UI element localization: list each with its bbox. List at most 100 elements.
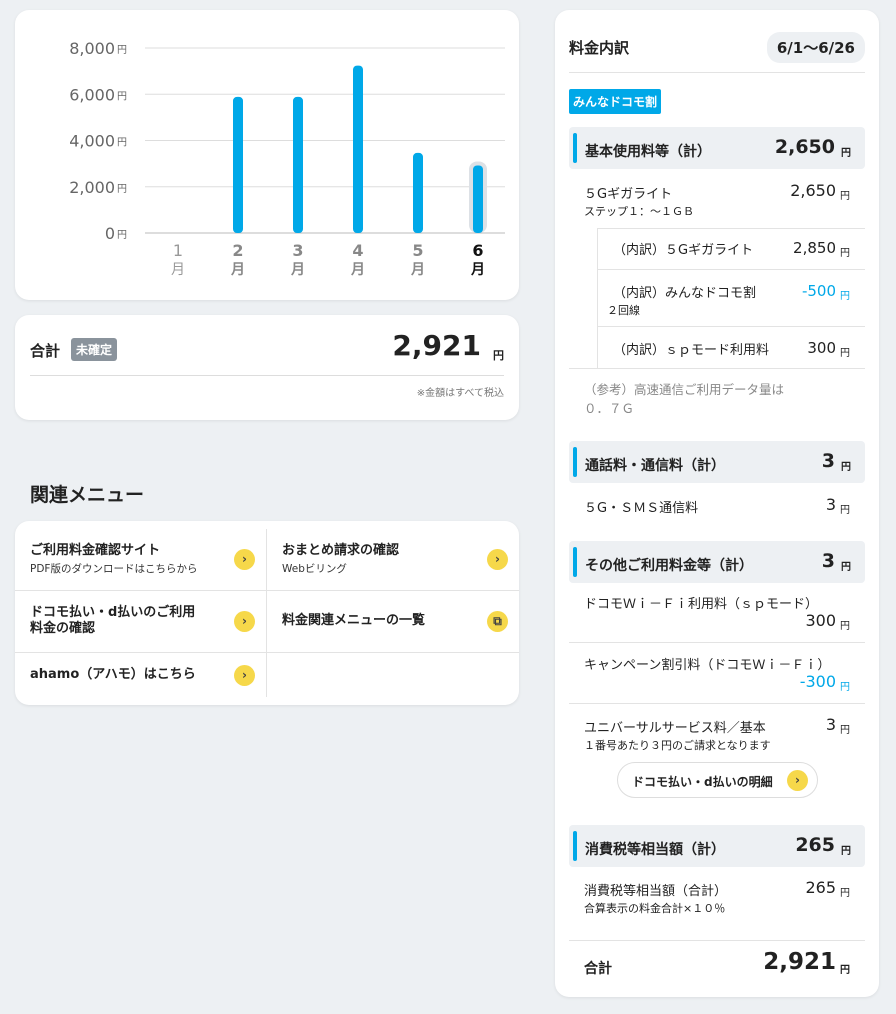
monthly-charge-chart: 8,000 円 6,000 円 4,000 円 2,000 円 0 円 1 月 2 月 3 月 4 月 5 月 6 月 <box>15 10 519 300</box>
row-label: キャンペーン割引料（ドコモＷｉ－Ｆｉ） <box>584 658 831 673</box>
external-window-icon: ⧉ <box>487 611 508 632</box>
section-label: 消費税等相当額（計） <box>585 842 725 858</box>
x-tick-unit: 月 <box>410 262 425 278</box>
section-call-fee: 通話料・通信料（計） 3 円 <box>569 441 865 483</box>
x-tick-unit: 月 <box>230 262 245 278</box>
related-menu-title: 関連メニュー <box>30 484 145 506</box>
chevron-right-icon: › <box>234 665 255 686</box>
row-label: ５G・ＳＭＳ通信料 <box>584 501 699 516</box>
row-label: ５Gギガライト <box>584 187 673 202</box>
tax-included-note: ※金額はすべて税込 <box>416 388 504 399</box>
section-amount: 2,650 <box>774 136 835 158</box>
divider <box>597 269 865 270</box>
chevron-right-icon: › <box>487 549 508 570</box>
x-tick-unit: 月 <box>290 262 305 278</box>
row-amount: 3 <box>825 495 836 514</box>
yen-unit: 円 <box>841 462 851 473</box>
x-tick-label: 3 <box>292 241 303 260</box>
bar <box>293 96 303 234</box>
yen-unit: 円 <box>841 846 851 857</box>
section-amount: 3 <box>821 550 835 572</box>
divider <box>569 642 865 643</box>
row-label: ドコモＷｉ－Ｆｉ利用料（ｓｐモード） <box>584 597 819 612</box>
x-tick-unit: 月 <box>350 262 365 278</box>
row-label: （内訳）みんなドコモ割 <box>613 286 757 301</box>
section-label: 通話料・通信料（計） <box>585 458 725 474</box>
y-tick-label: 8,000 <box>69 39 115 58</box>
menu-item-title: ご利用料金確認サイト <box>30 543 161 558</box>
chevron-right-icon: › <box>787 770 808 791</box>
divider <box>569 368 865 369</box>
menu-item-title: ahamo（アハモ）はこちら <box>30 667 196 682</box>
y-tick-label: 4,000 <box>69 132 115 151</box>
row-label: （内訳）５Gギガライト <box>613 243 754 258</box>
yen-unit: 円 <box>840 621 850 632</box>
grand-total-label: 合計 <box>584 961 612 977</box>
row-amount: -300 <box>799 672 836 691</box>
yen-unit: 円 <box>840 348 850 359</box>
row-label: ユニバーサルサービス料／基本 <box>584 721 766 736</box>
y-tick-unit: 円 <box>117 91 127 102</box>
y-tick-unit: 円 <box>117 230 127 241</box>
row-amount: 300 <box>805 611 836 630</box>
x-tick-label: 4 <box>352 241 363 260</box>
plan-badge: みんなドコモ割 <box>569 89 662 114</box>
row-sub: 合算表示の料金合計×１０％ <box>584 902 726 915</box>
row-label: （内訳）ｓｐモード利用料 <box>613 343 770 358</box>
bar <box>353 65 363 233</box>
yen-unit: 円 <box>840 965 850 976</box>
section-label: その他ご利用料金等（計） <box>585 558 753 574</box>
yen-unit: 円 <box>840 888 850 899</box>
row-amount: 3 <box>825 715 836 734</box>
divider <box>569 940 865 941</box>
bar <box>233 96 243 234</box>
bar-chart: 8,000 円6,000 円4,000 円2,000 円0 円1月2月3月4月5月6月 <box>69 39 505 278</box>
bar <box>473 165 483 233</box>
section-other-fee: その他ご利用料金等（計） 3 円 <box>569 541 865 583</box>
section-label: 基本使用料等（計） <box>585 144 711 160</box>
y-tick-unit: 円 <box>117 45 127 56</box>
row-sub: ２回線 <box>607 304 640 317</box>
menu-item-subtitle: Webビリング <box>282 563 347 575</box>
row-amount: 2,650 <box>790 181 836 200</box>
menu-item-fee-menu-list[interactable]: 料金関連メニューの一覧 ⧉ <box>267 591 519 652</box>
y-tick-label: 0 <box>105 224 115 243</box>
yen-unit: 円 <box>840 191 850 202</box>
x-tick-label: 2 <box>232 241 243 260</box>
divider <box>569 72 865 73</box>
bar <box>413 152 423 233</box>
row-label: 消費税等相当額（合計） <box>584 884 728 899</box>
related-menu: ご利用料金確認サイト PDF版のダウンロードはこちらから › おまとめ請求の確認… <box>15 521 519 705</box>
y-tick-label: 6,000 <box>69 85 115 104</box>
menu-item-docomo-pay[interactable]: ドコモ払い・d払いのご利用 料金の確認 › <box>15 591 267 652</box>
row-amount: 300 <box>807 339 836 357</box>
yen-unit: 円 <box>841 562 851 573</box>
row-amount: 265 <box>805 878 836 897</box>
x-tick-unit: 月 <box>470 262 485 278</box>
yen-unit: 円 <box>840 248 850 259</box>
data-usage-value: ０．７Ｇ <box>584 401 635 416</box>
menu-item-ahamo[interactable]: ahamo（アハモ）はこちら › <box>15 653 267 705</box>
divider <box>597 228 598 368</box>
section-amount: 3 <box>821 450 835 472</box>
total-yen-unit: 円 <box>493 349 504 362</box>
row-amount: -500 <box>801 282 836 300</box>
divider <box>597 326 865 327</box>
breakdown-title: 料金内訳 <box>569 39 630 57</box>
section-tax: 消費税等相当額（計） 265 円 <box>569 825 865 867</box>
docomo-pay-detail-button[interactable]: ドコモ払い・d払いの明細 › <box>617 762 818 798</box>
unconfirmed-badge: 未確定 <box>71 338 118 361</box>
menu-item-title: おまとめ請求の確認 <box>282 543 400 558</box>
yen-unit: 円 <box>841 148 851 159</box>
row-sub: ステップ１：〜１ＧＢ <box>584 205 694 218</box>
menu-item-title: 料金関連メニューの一覧 <box>282 613 426 628</box>
divider <box>569 703 865 704</box>
y-tick-label: 2,000 <box>69 178 115 197</box>
x-tick-label: 5 <box>412 241 423 260</box>
total-amount: 2,921 <box>392 329 481 362</box>
menu-item-usage-site[interactable]: ご利用料金確認サイト PDF版のダウンロードはこちらから › <box>15 521 267 590</box>
menu-item-combined-billing[interactable]: おまとめ請求の確認 Webビリング › <box>267 521 519 590</box>
section-amount: 265 <box>795 834 835 856</box>
row-amount: 2,850 <box>793 239 836 257</box>
divider <box>597 228 865 229</box>
